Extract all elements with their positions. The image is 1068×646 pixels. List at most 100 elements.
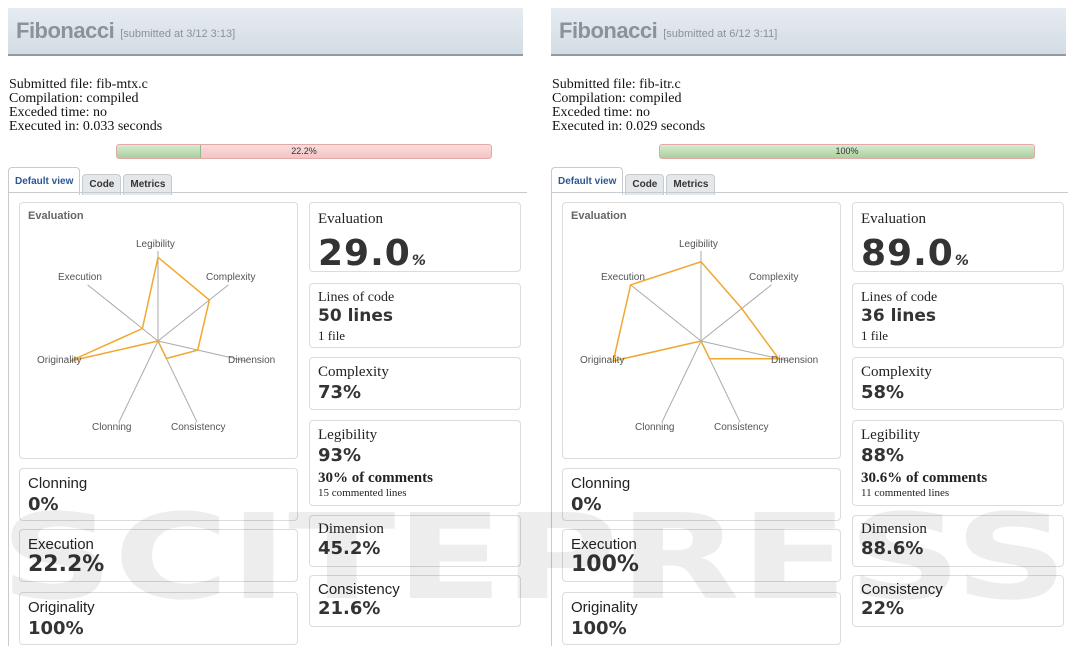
radar-axis-clonning (118, 340, 159, 423)
complexity-card: Complexity 58% (852, 357, 1064, 410)
radar-label-dimension: Dimension (771, 355, 819, 366)
legibility-card: Legibility 93% 30% of comments 15 commen… (309, 420, 521, 506)
radar-axis-complexity (157, 284, 229, 342)
radar-label-consistency: Consistency (714, 422, 769, 433)
radar-label-dimension: Dimension (228, 355, 276, 366)
radar-axis-clonning (661, 340, 702, 423)
progress-label: 100% (835, 146, 859, 156)
lines-of-code-title: Lines of code (318, 290, 395, 305)
lines-of-code-card: Lines of code 36 lines 1 file (852, 283, 1064, 348)
tab-default-view[interactable]: Default view (8, 167, 81, 195)
radar-label-clonning: Clonning (92, 422, 132, 433)
submission-info: Submitted file: fib-mtx.c Compilation: c… (9, 78, 162, 134)
dimension-value: 88.6% (861, 538, 924, 559)
dimension-title: Dimension (318, 521, 384, 537)
originality-title: Originality (571, 599, 638, 616)
evaluation-radar-card: Evaluation Legibility Complexity Dimensi… (562, 202, 841, 459)
consistency-value: 22% (861, 598, 905, 619)
originality-value: 100% (571, 618, 627, 639)
commented-lines: 11 commented lines (861, 487, 950, 499)
clonning-value: 0% (571, 494, 602, 515)
consistency-card: Consistency 21.6% (309, 575, 521, 627)
submission-timestamp: [submitted at 6/12 3:11] (663, 27, 778, 40)
radar-label-originality: Originality (37, 355, 82, 366)
compilation-status: Compilation: compiled (9, 91, 139, 106)
clonning-title: Clonning (571, 475, 631, 492)
execution-value: 100% (571, 552, 639, 577)
dimension-title: Dimension (861, 521, 927, 537)
evaluation-card: Evaluation 89.0% (852, 202, 1064, 274)
execution-progress-bar: 22.2% (116, 144, 492, 159)
exercise-title: Fibonacci (559, 18, 658, 43)
clonning-card: Clonning 0% (19, 468, 298, 521)
evaluation-score-unit: % (954, 253, 970, 269)
dimension-card: Dimension 45.2% (309, 515, 521, 567)
submission-timestamp: [submitted at 3/12 3:13] (120, 27, 236, 40)
tab-default-view[interactable]: Default view (551, 167, 624, 195)
lines-of-code-title: Lines of code (861, 290, 938, 305)
evaluation-title: Evaluation (318, 211, 383, 227)
clonning-value: 0% (28, 494, 59, 515)
execution-title: Execution (571, 536, 637, 553)
radar-label-execution: Execution (58, 272, 102, 283)
radar-label-legibility: Legibility (136, 239, 175, 250)
consistency-title: Consistency (861, 581, 943, 598)
evaluation-score: 89.0% (861, 233, 970, 274)
originality-card: Originality 100% (19, 592, 298, 645)
legibility-card: Legibility 88% 30.6% of comments 11 comm… (852, 420, 1064, 506)
evaluation-score-number: 29.0 (318, 233, 411, 274)
complexity-title: Complexity (318, 364, 389, 380)
submission-header: Fibonacci [submitted at 6/12 3:11] (551, 8, 1066, 56)
radar-label-clonning: Clonning (635, 422, 675, 433)
complexity-value: 73% (318, 382, 362, 403)
consistency-title: Consistency (318, 581, 400, 598)
submission-panel-right: Fibonacci [submitted at 6/12 3:11] Submi… (543, 0, 1068, 646)
compilation-status: Compilation: compiled (552, 91, 682, 106)
radar-label-legibility: Legibility (679, 239, 718, 250)
radar-label-complexity: Complexity (749, 272, 799, 283)
commented-lines: 15 commented lines (318, 487, 407, 499)
lines-of-code-card: Lines of code 50 lines 1 file (309, 283, 521, 348)
submission-header: Fibonacci [submitted at 3/12 3:13] (8, 8, 523, 56)
lines-of-code-value: 50 lines (318, 306, 393, 326)
submission-panel-left: Fibonacci [submitted at 3/12 3:13] Submi… (0, 0, 527, 646)
legibility-title: Legibility (318, 427, 378, 443)
legibility-value: 93% (318, 445, 362, 466)
radar-axis-execution (87, 284, 159, 342)
legibility-title: Legibility (861, 427, 921, 443)
radar-label-execution: Execution (601, 272, 645, 283)
execution-title: Execution (28, 536, 94, 553)
execution-progress-bar: 100% (659, 144, 1035, 159)
evaluation-title: Evaluation (861, 211, 926, 227)
radar-axis-execution (630, 284, 702, 342)
evaluation-score: 29.0% (318, 233, 427, 274)
evaluation-score-number: 89.0 (861, 233, 954, 274)
originality-title: Originality (28, 599, 95, 616)
complexity-card: Complexity 73% (309, 357, 521, 410)
dimension-value: 45.2% (318, 538, 381, 559)
complexity-value: 58% (861, 382, 905, 403)
lines-of-code-value: 36 lines (861, 306, 936, 326)
files-count: 1 file (861, 328, 889, 343)
files-count: 1 file (318, 328, 346, 343)
radar-label-originality: Originality (580, 355, 625, 366)
originality-value: 100% (28, 618, 84, 639)
execution-time: Executed in: 0.029 seconds (552, 119, 706, 134)
radar-label-consistency: Consistency (171, 422, 226, 433)
execution-value: 22.2% (28, 552, 105, 577)
comments-percentage: 30% of comments (318, 470, 433, 486)
complexity-title: Complexity (861, 364, 932, 380)
exercise-title: Fibonacci (16, 18, 115, 43)
submitted-file: Submitted file: fib-itr.c (552, 77, 681, 92)
radar-label-complexity: Complexity (206, 272, 256, 283)
evaluation-card: Evaluation 29.0% (309, 202, 521, 274)
view-tabs: Default view Code Metrics (8, 167, 174, 195)
clonning-card: Clonning 0% (562, 468, 841, 521)
radar-axis-complexity (700, 284, 772, 342)
exceeded-time: Exceded time: no (9, 105, 107, 120)
legibility-value: 88% (861, 445, 905, 466)
exceeded-time: Exceded time: no (552, 105, 650, 120)
view-tabs: Default view Code Metrics (551, 167, 717, 195)
evaluation-score-unit: % (411, 253, 427, 269)
dimension-card: Dimension 88.6% (852, 515, 1064, 567)
